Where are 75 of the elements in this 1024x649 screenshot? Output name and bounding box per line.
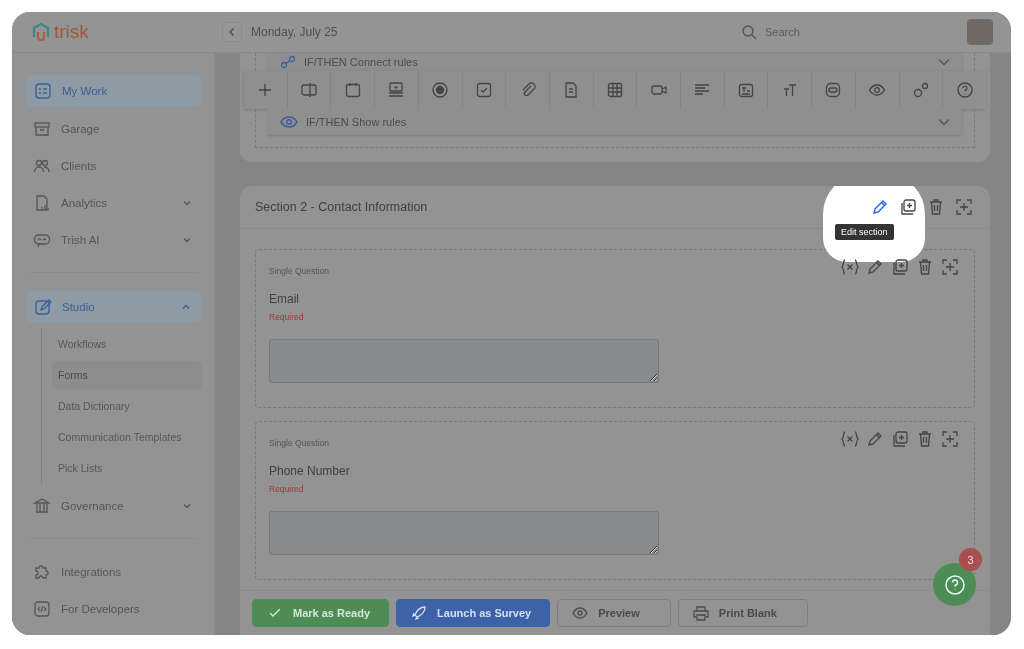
rule-row[interactable]: IF/THEN Connect rules <box>268 53 962 71</box>
section-title: Section 2 - Contact Information <box>255 200 428 214</box>
chart-icon <box>33 193 51 212</box>
help-icon <box>955 81 974 99</box>
grid-icon <box>605 81 624 99</box>
chat-icon <box>824 81 843 99</box>
trash-icon <box>916 430 934 448</box>
action-button[interactable]: Print Blank <box>677 599 808 627</box>
required-label: Required <box>269 484 304 494</box>
puzzle-icon <box>33 562 51 581</box>
tooltip: Edit section <box>835 224 894 240</box>
logo-icon <box>30 21 52 43</box>
sidebar-item[interactable]: Integrations <box>25 556 202 587</box>
work-icon <box>34 81 52 100</box>
sidebar-subitem[interactable]: Pick Lists <box>52 454 202 482</box>
chevron-left-icon <box>227 27 237 37</box>
pencil-icon <box>866 258 884 276</box>
trash-icon <box>927 198 945 216</box>
sidebar-subitem[interactable]: Communication Templates <box>52 423 202 451</box>
printer-icon <box>692 605 709 621</box>
textbox-icon <box>737 81 756 99</box>
code-icon <box>33 599 51 618</box>
move-button[interactable] <box>939 256 961 278</box>
trash-icon <box>916 258 934 276</box>
sidebar-item[interactable]: Clients <box>25 150 202 181</box>
sidebar-item[interactable]: My Work <box>25 74 202 107</box>
checkbox-icon <box>474 81 493 99</box>
help-icon <box>943 573 966 596</box>
date-label: Monday, July 25 <box>251 25 338 39</box>
eye-icon <box>572 605 589 621</box>
collapse-button[interactable] <box>222 22 242 42</box>
archive-icon <box>33 119 51 138</box>
calendar-icon <box>343 81 362 99</box>
sidebar-item[interactable]: Garage <box>25 113 202 144</box>
move-icon <box>955 198 973 216</box>
duplicate-icon <box>891 258 909 276</box>
action-button[interactable]: Launch as Survey <box>396 599 551 627</box>
chevron-icon <box>938 58 950 66</box>
eye-icon <box>868 81 887 99</box>
rocket-icon <box>411 605 428 621</box>
duplicate-icon <box>899 198 917 216</box>
required-label: Required <box>269 312 304 322</box>
pencil-icon <box>871 198 889 216</box>
search-icon <box>741 24 757 40</box>
variable-icon <box>840 258 860 276</box>
sidebar-item[interactable]: Trish AI <box>25 224 202 255</box>
radio-icon <box>431 81 450 99</box>
question-label: Phone Number <box>269 464 350 478</box>
move-icon <box>941 258 959 276</box>
bank-icon <box>33 496 51 515</box>
chevron-icon <box>938 118 950 126</box>
studio-icon <box>34 297 52 316</box>
sidebar-item[interactable]: Analytics <box>25 187 202 218</box>
question-label: Email <box>269 292 299 306</box>
dropdown-icon <box>387 81 406 99</box>
sidebar-item[interactable]: For Developers <box>25 593 202 624</box>
sidebar-subitem[interactable]: Workflows <box>52 330 202 358</box>
sidebar-subitem[interactable]: Data Dictionary <box>52 392 202 420</box>
link-icon <box>280 55 296 69</box>
variable-icon <box>840 430 860 448</box>
eye-icon <box>280 115 298 129</box>
move-icon <box>941 430 959 448</box>
logo-text: trisk <box>54 21 89 43</box>
move-button[interactable] <box>939 428 961 450</box>
sidebar-item[interactable]: Governance <box>25 490 202 521</box>
sidebar-subitem[interactable]: Forms <box>52 361 202 389</box>
sidebar-item[interactable]: Studio <box>25 290 202 323</box>
pencil-icon <box>866 430 884 448</box>
field-icon <box>300 81 319 99</box>
move-button[interactable] <box>953 196 975 218</box>
action-button[interactable]: Preview <box>557 599 671 627</box>
rule-row[interactable]: IF/THEN Show rules <box>268 109 962 135</box>
action-button[interactable]: Mark as Ready <box>252 599 390 627</box>
duplicate-icon <box>891 430 909 448</box>
search-field[interactable]: Search <box>763 25 917 39</box>
